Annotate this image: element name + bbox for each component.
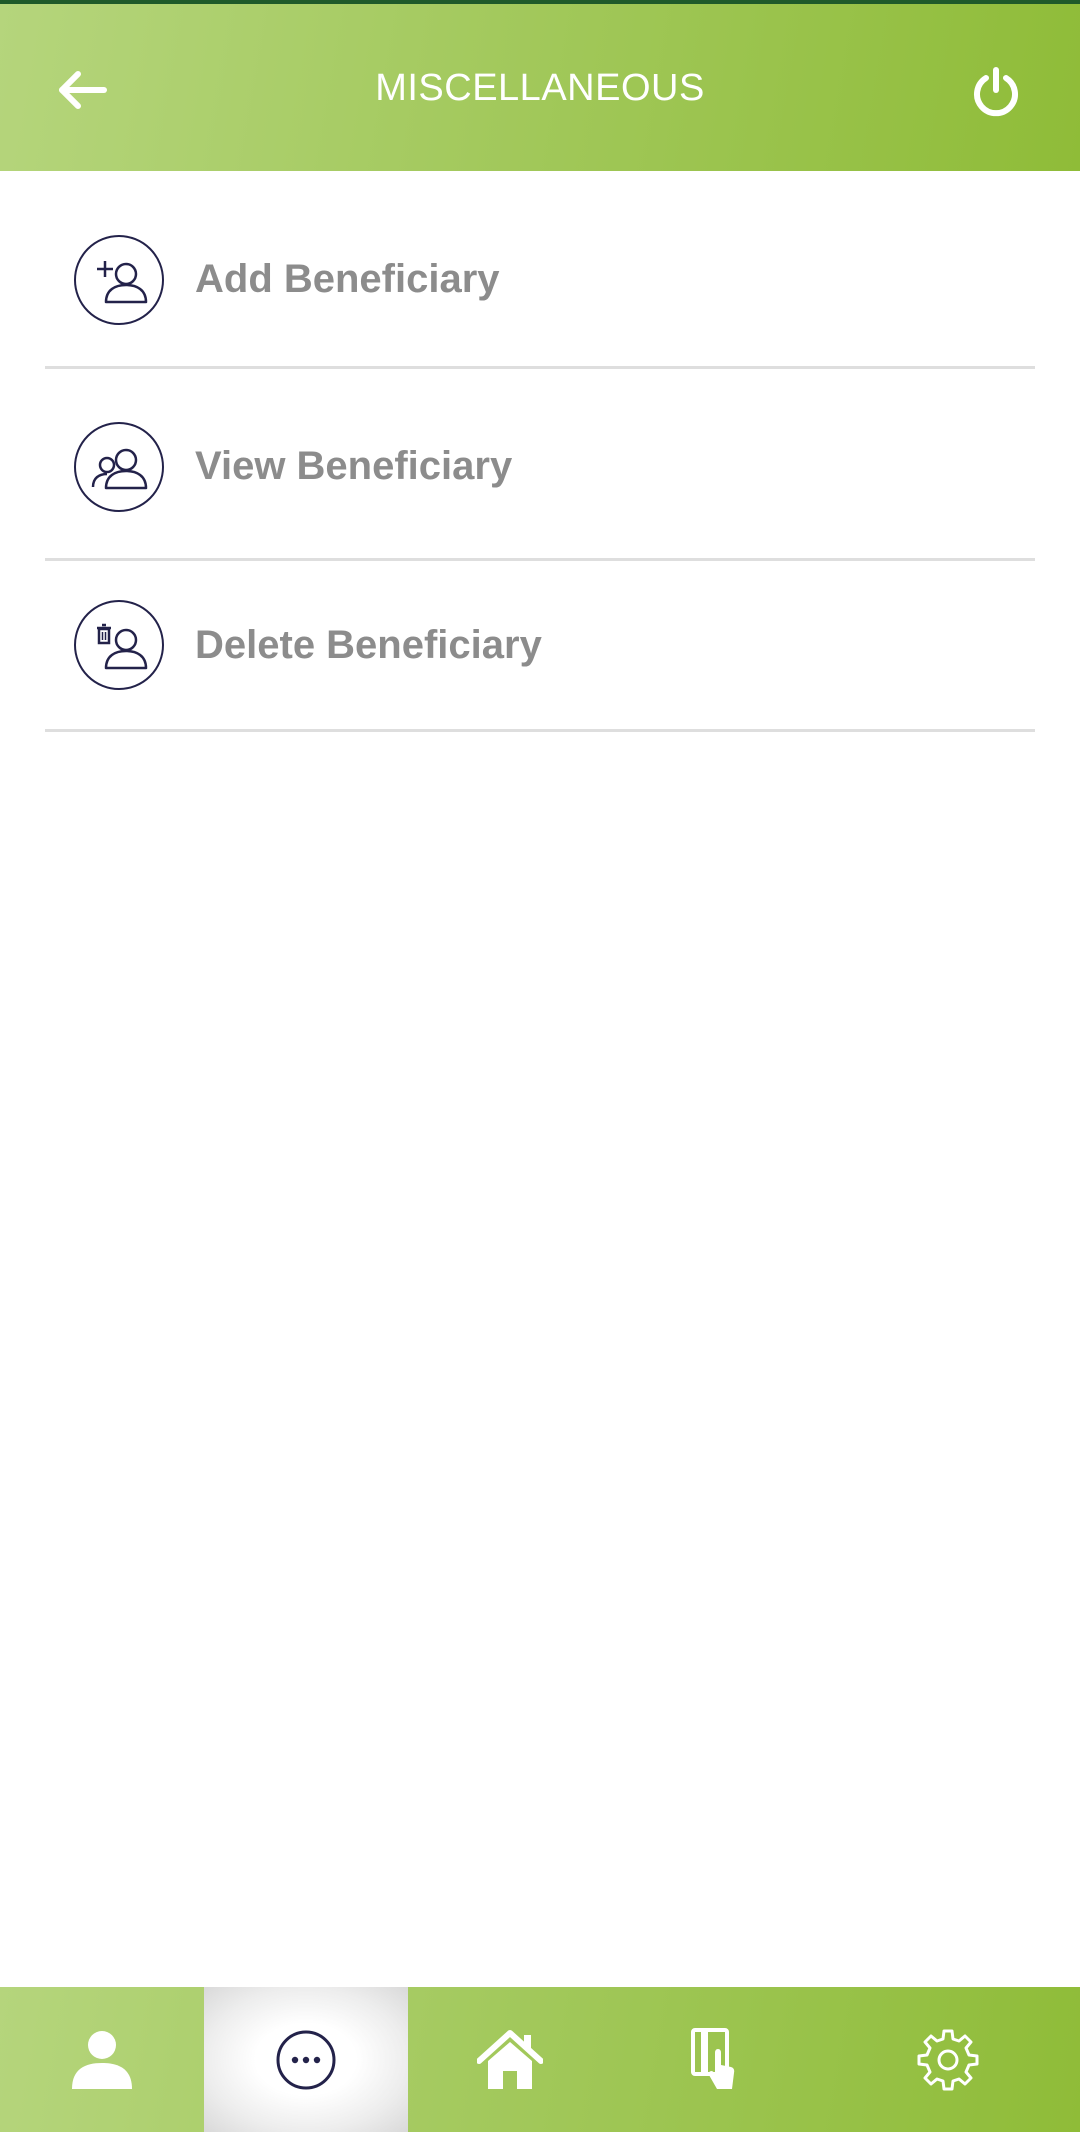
nav-home[interactable] xyxy=(408,1987,612,2132)
delete-beneficiary-item[interactable]: Delete Beneficiary xyxy=(45,561,1035,732)
nav-profile[interactable] xyxy=(0,1987,204,2132)
add-beneficiary-label: Add Beneficiary xyxy=(195,257,500,301)
beneficiary-menu: Add Beneficiary View Beneficiary Delete … xyxy=(45,171,1035,732)
add-beneficiary-item[interactable]: Add Beneficiary xyxy=(45,171,1035,369)
app-header: MISCELLANEOUS xyxy=(0,4,1080,171)
gear-icon xyxy=(917,2029,979,2090)
card-tap-icon xyxy=(691,2027,735,2089)
delete-beneficiary-label: Delete Beneficiary xyxy=(195,622,542,667)
more-icon xyxy=(276,2030,336,2089)
page-title: MISCELLANEOUS xyxy=(375,67,705,109)
back-button[interactable] xyxy=(46,54,118,126)
home-icon xyxy=(477,2029,543,2089)
bottom-nav-bar xyxy=(0,1987,1080,2132)
nav-cards[interactable] xyxy=(612,1987,816,2132)
delete-user-icon xyxy=(74,600,164,690)
view-beneficiary-label: View Beneficiary xyxy=(195,444,513,488)
nav-settings[interactable] xyxy=(816,1987,1080,2132)
profile-icon xyxy=(72,2030,132,2089)
logout-button[interactable] xyxy=(958,54,1034,130)
power-icon xyxy=(974,67,1018,117)
add-user-icon xyxy=(74,234,164,325)
nav-more[interactable] xyxy=(204,1987,408,2132)
arrow-left-icon xyxy=(59,71,107,109)
users-icon xyxy=(74,421,164,512)
view-beneficiary-item[interactable]: View Beneficiary xyxy=(45,369,1035,561)
